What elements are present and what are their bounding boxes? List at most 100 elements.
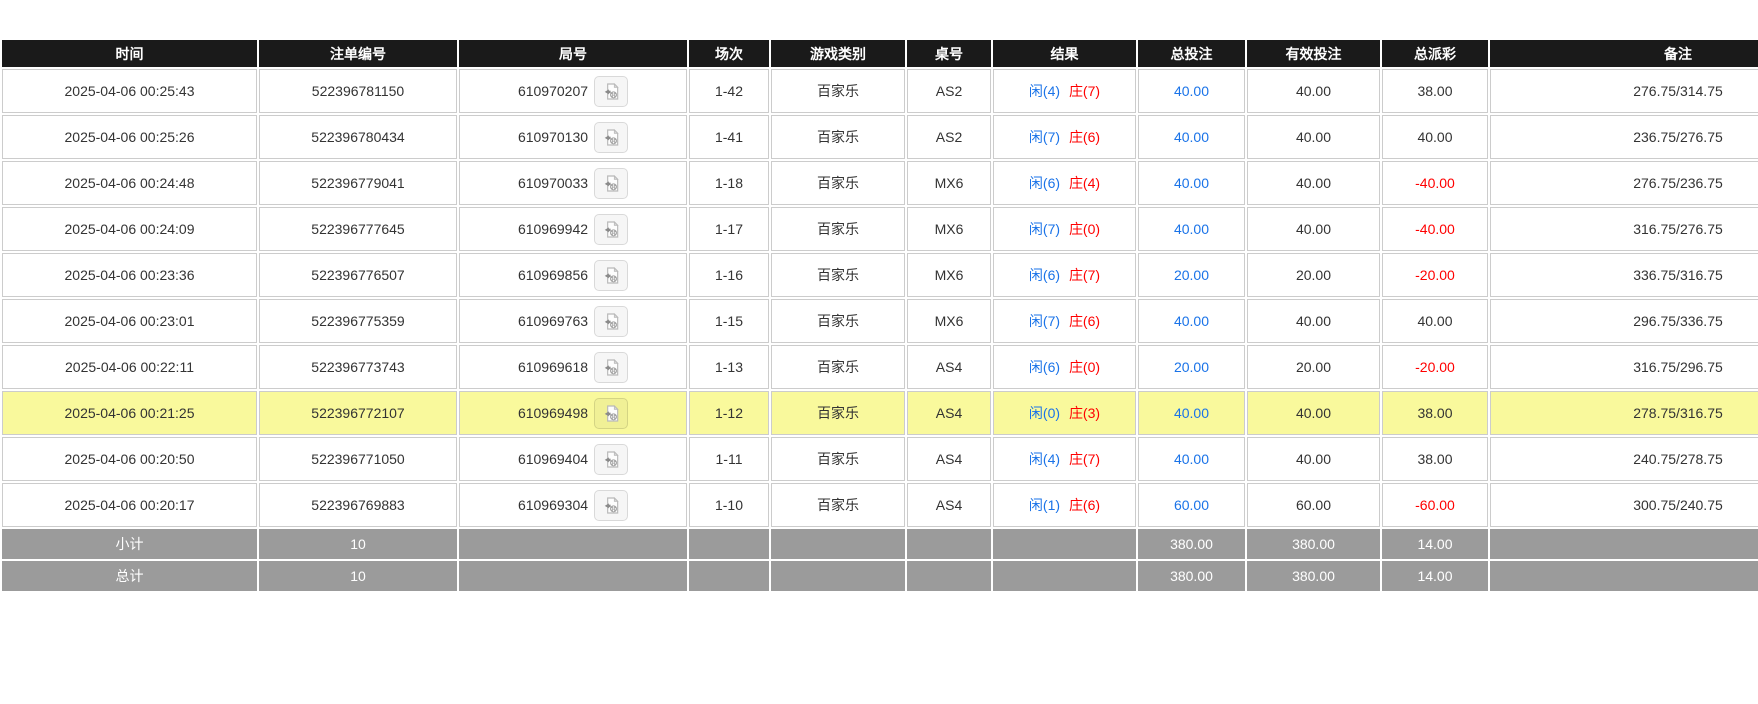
result-cell: 闲(0) 庄(3) — [993, 391, 1136, 435]
round-id: 610970130 — [518, 129, 588, 145]
valid-bet-cell: 40.00 — [1247, 161, 1380, 205]
valid-bet-cell: 40.00 — [1247, 69, 1380, 113]
result-banker: 庄(6) — [1069, 313, 1100, 329]
table-no-cell: AS4 — [907, 391, 991, 435]
session-cell: 1-16 — [689, 253, 769, 297]
bet-id-cell: 522396775359 — [259, 299, 457, 343]
round-id-cell: 610969498 — [459, 391, 687, 435]
time-cell: 2025-04-06 00:20:17 — [2, 483, 257, 527]
result-cell: 闲(6) 庄(4) — [993, 161, 1136, 205]
video-file-icon — [601, 173, 621, 194]
col-header-time: 时间 — [2, 40, 257, 67]
table-no-cell: AS4 — [907, 483, 991, 527]
video-replay-button[interactable] — [594, 76, 628, 107]
video-replay-button[interactable] — [594, 398, 628, 429]
video-file-icon — [601, 127, 621, 148]
payout-cell: -40.00 — [1382, 161, 1488, 205]
result-cell: 闲(4) 庄(7) — [993, 437, 1136, 481]
col-header-bet-id: 注单编号 — [259, 40, 457, 67]
video-replay-button[interactable] — [594, 352, 628, 383]
table-no-cell: MX6 — [907, 253, 991, 297]
grand-total-empty-cell — [907, 561, 991, 591]
video-replay-button[interactable] — [594, 490, 628, 521]
round-id: 610969856 — [518, 267, 588, 283]
total-bet-cell[interactable]: 40.00 — [1138, 391, 1245, 435]
table-no-cell: MX6 — [907, 299, 991, 343]
session-cell: 1-17 — [689, 207, 769, 251]
video-replay-button[interactable] — [594, 122, 628, 153]
round-id: 610969763 — [518, 313, 588, 329]
subtotal-payout: 14.00 — [1382, 529, 1488, 559]
table-row[interactable]: 2025-04-06 00:21:25 522396772107 6109694… — [2, 391, 1758, 435]
video-replay-button[interactable] — [594, 444, 628, 475]
result-banker: 庄(3) — [1069, 405, 1100, 421]
table-row[interactable]: 2025-04-06 00:25:43 522396781150 6109702… — [2, 69, 1758, 113]
table-row[interactable]: 2025-04-06 00:24:48 522396779041 6109700… — [2, 161, 1758, 205]
col-header-result: 结果 — [993, 40, 1136, 67]
bet-id-cell: 522396769883 — [259, 483, 457, 527]
total-bet-cell[interactable]: 40.00 — [1138, 299, 1245, 343]
table-row[interactable]: 2025-04-06 00:23:36 522396776507 6109698… — [2, 253, 1758, 297]
table-row[interactable]: 2025-04-06 00:24:09 522396777645 6109699… — [2, 207, 1758, 251]
table-row[interactable]: 2025-04-06 00:25:26 522396780434 6109701… — [2, 115, 1758, 159]
total-bet-cell[interactable]: 40.00 — [1138, 115, 1245, 159]
table-no-cell: MX6 — [907, 161, 991, 205]
result-cell: 闲(7) 庄(6) — [993, 299, 1136, 343]
table-row[interactable]: 2025-04-06 00:20:50 522396771050 6109694… — [2, 437, 1758, 481]
time-cell: 2025-04-06 00:23:36 — [2, 253, 257, 297]
session-cell: 1-18 — [689, 161, 769, 205]
total-bet-cell[interactable]: 40.00 — [1138, 207, 1245, 251]
records-table-wrap: 时间 注单编号 局号 场次 游戏类别 桌号 结果 总投注 有效投注 总派彩 备注… — [0, 38, 1758, 593]
session-cell: 1-15 — [689, 299, 769, 343]
video-replay-button[interactable] — [594, 306, 628, 337]
round-id: 610970207 — [518, 83, 588, 99]
video-replay-button[interactable] — [594, 260, 628, 291]
col-header-total-bet: 总投注 — [1138, 40, 1245, 67]
round-id: 610969618 — [518, 359, 588, 375]
subtotal-count: 10 — [259, 529, 457, 559]
video-file-icon — [601, 219, 621, 240]
total-bet-cell[interactable]: 20.00 — [1138, 345, 1245, 389]
time-cell: 2025-04-06 00:21:25 — [2, 391, 257, 435]
bet-id-cell: 522396776507 — [259, 253, 457, 297]
payout-cell: 38.00 — [1382, 437, 1488, 481]
session-cell: 1-11 — [689, 437, 769, 481]
result-banker: 庄(7) — [1069, 267, 1100, 283]
subtotal-total-bet: 380.00 — [1138, 529, 1245, 559]
total-bet-cell[interactable]: 60.00 — [1138, 483, 1245, 527]
video-file-icon — [601, 495, 621, 516]
time-cell: 2025-04-06 00:24:48 — [2, 161, 257, 205]
subtotal-empty-cell — [907, 529, 991, 559]
round-id: 610969404 — [518, 451, 588, 467]
total-bet-cell[interactable]: 40.00 — [1138, 69, 1245, 113]
table-row[interactable]: 2025-04-06 00:20:17 522396769883 6109693… — [2, 483, 1758, 527]
bet-id-cell: 522396780434 — [259, 115, 457, 159]
total-bet-cell[interactable]: 40.00 — [1138, 437, 1245, 481]
records-body: 2025-04-06 00:25:43 522396781150 6109702… — [2, 69, 1758, 527]
game-type-cell: 百家乐 — [771, 391, 905, 435]
payout-cell: -20.00 — [1382, 345, 1488, 389]
col-header-remark: 备注 — [1490, 40, 1758, 67]
subtotal-empty-cell — [689, 529, 769, 559]
total-bet-cell[interactable]: 20.00 — [1138, 253, 1245, 297]
records-page: 时间 注单编号 局号 场次 游戏类别 桌号 结果 总投注 有效投注 总派彩 备注… — [0, 0, 1758, 593]
round-id-cell: 610969404 — [459, 437, 687, 481]
table-no-cell: AS4 — [907, 345, 991, 389]
result-banker: 庄(0) — [1069, 359, 1100, 375]
table-row[interactable]: 2025-04-06 00:23:01 522396775359 6109697… — [2, 299, 1758, 343]
subtotal-empty-cell — [1490, 529, 1758, 559]
video-replay-button[interactable] — [594, 214, 628, 245]
payout-cell: 40.00 — [1382, 299, 1488, 343]
result-banker: 庄(4) — [1069, 175, 1100, 191]
bet-id-cell: 522396779041 — [259, 161, 457, 205]
result-player: 闲(7) — [1029, 313, 1060, 329]
video-replay-button[interactable] — [594, 168, 628, 199]
result-banker: 庄(6) — [1069, 129, 1100, 145]
table-row[interactable]: 2025-04-06 00:22:11 522396773743 6109696… — [2, 345, 1758, 389]
game-type-cell: 百家乐 — [771, 345, 905, 389]
remark-cell: 276.75/314.75 — [1490, 69, 1758, 113]
total-bet-cell[interactable]: 40.00 — [1138, 161, 1245, 205]
col-header-round-id: 局号 — [459, 40, 687, 67]
game-type-cell: 百家乐 — [771, 161, 905, 205]
remark-cell: 296.75/336.75 — [1490, 299, 1758, 343]
